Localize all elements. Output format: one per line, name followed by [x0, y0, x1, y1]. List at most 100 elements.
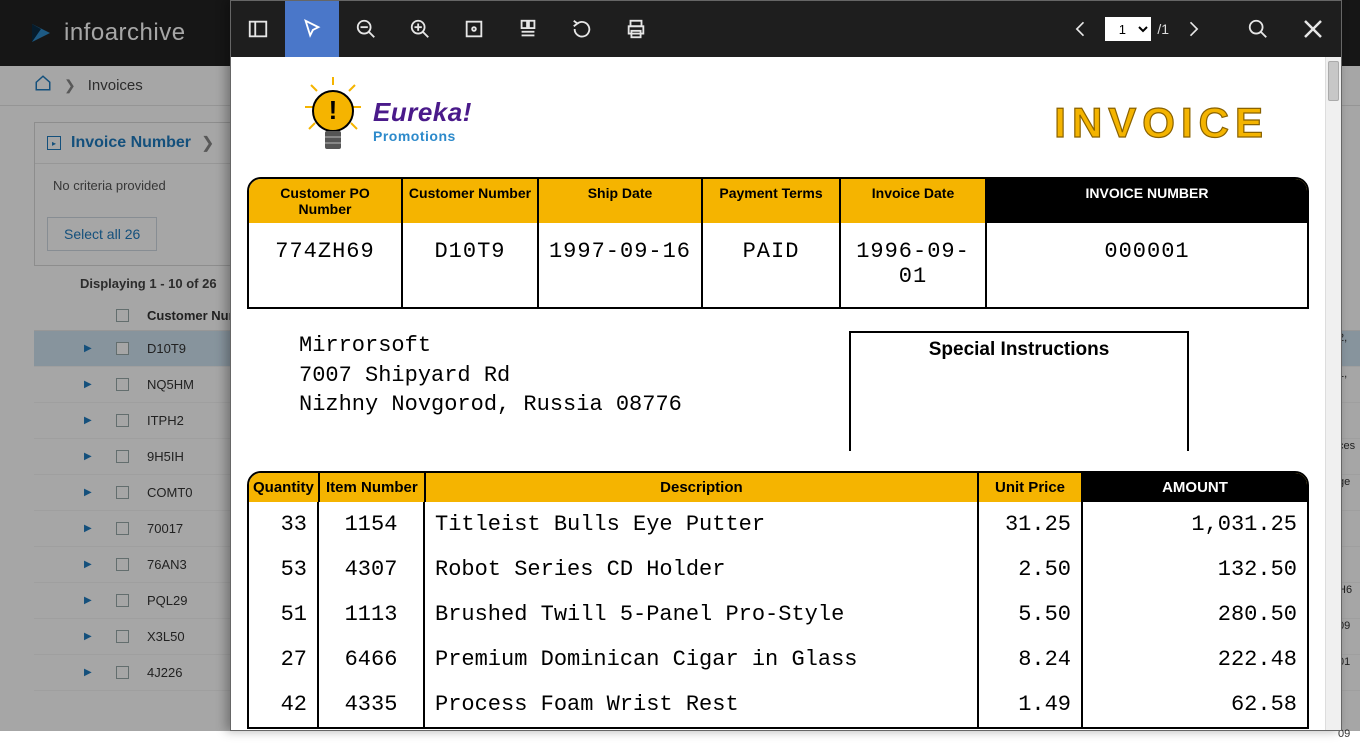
row-checkbox[interactable] [116, 630, 129, 643]
row-customer-number: 4J226 [147, 665, 182, 680]
next-page-button[interactable] [1175, 1, 1211, 57]
page-select[interactable]: 1 [1105, 17, 1151, 41]
meta-head-po: Customer PO Number [249, 179, 403, 223]
zoom-out-button[interactable] [339, 1, 393, 57]
invoice-meta-table: Customer PO Number Customer Number Ship … [247, 177, 1309, 309]
breadcrumb-page[interactable]: Invoices [88, 77, 143, 94]
row-checkbox[interactable] [116, 558, 129, 571]
viewer-search-button[interactable] [1231, 1, 1285, 57]
zoom-in-button[interactable] [393, 1, 447, 57]
row-checkbox[interactable] [116, 414, 129, 427]
line-item-row: 424335Process Foam Wrist Rest1.4962.58 [249, 682, 1307, 727]
li-qty: 42 [249, 682, 319, 727]
viewer-close-button[interactable] [1285, 1, 1341, 57]
li-desc: Premium Dominican Cigar in Glass [425, 637, 979, 682]
filter-title[interactable]: Invoice Number [71, 134, 191, 152]
brand-logo-icon [28, 20, 54, 46]
expand-row-icon[interactable]: ▶ [84, 559, 104, 570]
print-button[interactable] [609, 1, 663, 57]
li-desc: Titleist Bulls Eye Putter [425, 502, 979, 547]
svg-text:!: ! [329, 95, 338, 125]
meta-head-ship: Ship Date [539, 179, 703, 223]
meta-head-num: INVOICE NUMBER [987, 179, 1307, 223]
li-amount: 222.48 [1083, 637, 1307, 682]
row-checkbox[interactable] [116, 342, 129, 355]
row-customer-number: COMT0 [147, 485, 193, 500]
lh-desc: Description [426, 473, 979, 502]
li-item: 4307 [319, 547, 425, 592]
expand-row-icon[interactable]: ▶ [84, 631, 104, 642]
lh-unit: Unit Price [979, 473, 1083, 502]
row-customer-number: D10T9 [147, 341, 186, 356]
company-logo: ! Eureka! Promotions [301, 75, 472, 165]
invoice-document: ! Eureka! Promotions INVOICE Custo [231, 57, 1325, 729]
row-checkbox[interactable] [116, 666, 129, 679]
meta-num: 000001 [987, 223, 1307, 307]
lh-item: Item Number [320, 473, 426, 502]
li-unit: 31.25 [979, 502, 1083, 547]
expand-row-icon[interactable]: ▶ [84, 379, 104, 390]
expand-row-icon[interactable]: ▶ [84, 523, 104, 534]
li-unit: 2.50 [979, 547, 1083, 592]
expand-row-icon[interactable]: ▶ [84, 487, 104, 498]
li-amount: 1,031.25 [1083, 502, 1307, 547]
li-amount: 280.50 [1083, 592, 1307, 637]
filter-collapse-icon[interactable]: ▸ [47, 136, 61, 150]
addr-city: Nizhny Novgorod, Russia 08776 [299, 390, 682, 420]
meta-head-date: Invoice Date [841, 179, 987, 223]
li-unit: 5.50 [979, 592, 1083, 637]
li-desc: Robot Series CD Holder [425, 547, 979, 592]
row-customer-number: X3L50 [147, 629, 185, 644]
logo-text-line1: Eureka! [373, 97, 472, 128]
row-checkbox[interactable] [116, 450, 129, 463]
row-customer-number: ITPH2 [147, 413, 184, 428]
li-amount: 132.50 [1083, 547, 1307, 592]
meta-po: 774ZH69 [249, 223, 403, 307]
row-checkbox[interactable] [116, 486, 129, 499]
meta-head-cust: Customer Number [403, 179, 539, 223]
row-checkbox[interactable] [116, 378, 129, 391]
line-item-row: 534307Robot Series CD Holder2.50132.50 [249, 547, 1307, 592]
fit-page-button[interactable] [501, 1, 555, 57]
row-checkbox[interactable] [116, 522, 129, 535]
li-amount: 62.58 [1083, 682, 1307, 727]
meta-cust: D10T9 [403, 223, 539, 307]
li-item: 4335 [319, 682, 425, 727]
meta-ship: 1997-09-16 [539, 223, 703, 307]
vertical-scrollbar[interactable] [1325, 57, 1341, 730]
meta-head-terms: Payment Terms [703, 179, 841, 223]
fit-width-button[interactable] [447, 1, 501, 57]
row-customer-number: 70017 [147, 521, 183, 536]
line-item-row: 276466Premium Dominican Cigar in Glass8.… [249, 637, 1307, 682]
row-checkbox[interactable] [116, 594, 129, 607]
expand-row-icon[interactable]: ▶ [84, 451, 104, 462]
li-qty: 33 [249, 502, 319, 547]
row-customer-number: 76AN3 [147, 557, 187, 572]
line-items-table: Quantity Item Number Description Unit Pr… [247, 471, 1309, 729]
expand-row-icon[interactable]: ▶ [84, 667, 104, 678]
pointer-tool-button[interactable] [285, 1, 339, 57]
lh-qty: Quantity [249, 473, 320, 502]
line-item-row: 331154Titleist Bulls Eye Putter31.251,03… [249, 502, 1307, 547]
expand-row-icon[interactable]: ▶ [84, 415, 104, 426]
sidebar-toggle-button[interactable] [231, 1, 285, 57]
li-desc: Brushed Twill 5-Panel Pro-Style [425, 592, 979, 637]
li-qty: 53 [249, 547, 319, 592]
breadcrumb-home-icon[interactable] [34, 74, 52, 97]
expand-row-icon[interactable]: ▶ [84, 595, 104, 606]
row-customer-number: 9H5IH [147, 449, 184, 464]
select-all-button[interactable]: Select all 26 [47, 217, 157, 251]
prev-page-button[interactable] [1063, 1, 1099, 57]
scrollbar-thumb[interactable] [1328, 61, 1339, 101]
document-viewer: 1 /1 [230, 0, 1342, 731]
li-item: 1113 [319, 592, 425, 637]
lh-amt: AMOUNT [1083, 473, 1307, 502]
special-instructions-title: Special Instructions [851, 339, 1187, 361]
select-all-checkbox[interactable] [116, 309, 129, 322]
rotate-button[interactable] [555, 1, 609, 57]
chevron-right-icon: ❯ [64, 77, 76, 94]
page-navigation: 1 /1 [1063, 1, 1211, 57]
expand-row-icon[interactable]: ▶ [84, 343, 104, 354]
logo-text-line2: Promotions [373, 128, 472, 144]
document-scroll-area[interactable]: ! Eureka! Promotions INVOICE Custo [231, 57, 1341, 730]
